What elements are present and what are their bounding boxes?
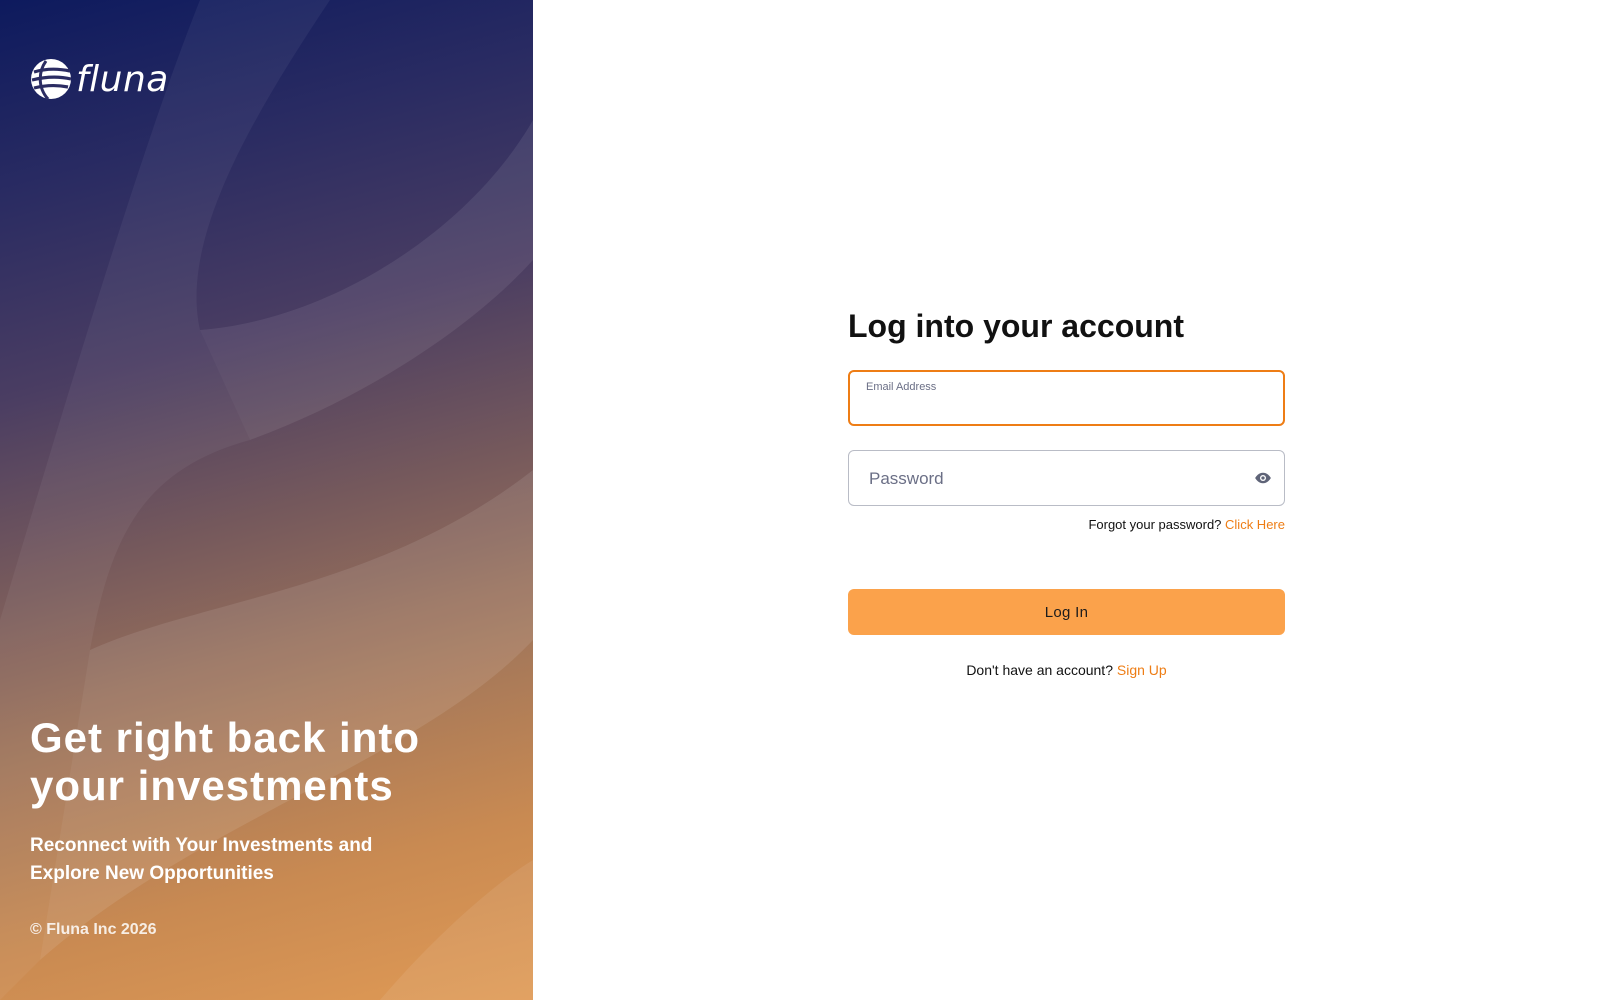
eye-icon[interactable]: [1254, 469, 1272, 487]
login-button[interactable]: Log In: [848, 589, 1285, 635]
login-form: Log into your account Email Address Forg…: [848, 302, 1285, 678]
hero-text-block: Get right back into your investments Rec…: [30, 714, 470, 888]
hero-subheadline: Reconnect with Your Investments and Expl…: [30, 835, 373, 884]
page-title: Log into your account: [848, 308, 1184, 344]
brand-logo[interactable]: fluna: [30, 58, 169, 100]
signup-row: Don't have an account? Sign Up: [848, 662, 1285, 678]
signup-link[interactable]: Sign Up: [1117, 662, 1167, 678]
email-input[interactable]: [868, 398, 1237, 420]
forgot-password-prompt: Forgot your password?: [1088, 517, 1222, 532]
auth-panel: Log into your account Email Address Forg…: [533, 0, 1600, 1000]
email-field-label: Email Address: [866, 381, 937, 393]
password-input[interactable]: [867, 467, 1238, 491]
password-field[interactable]: [848, 450, 1285, 506]
copyright-text: © Fluna Inc 2026: [30, 921, 157, 938]
hero-headline: Get right back into your investments: [30, 714, 421, 809]
email-field[interactable]: Email Address: [848, 370, 1285, 426]
forgot-password-row: Forgot your password? Click Here: [848, 517, 1285, 532]
forgot-password-link[interactable]: Click Here: [1225, 517, 1285, 532]
hero-panel: fluna Get right back into your investmen…: [0, 0, 533, 1000]
login-page: fluna Get right back into your investmen…: [0, 0, 1600, 1000]
brand-name: fluna: [76, 59, 169, 100]
fluna-globe-logo-icon: [31, 59, 72, 100]
signup-prompt: Don't have an account?: [966, 662, 1113, 678]
